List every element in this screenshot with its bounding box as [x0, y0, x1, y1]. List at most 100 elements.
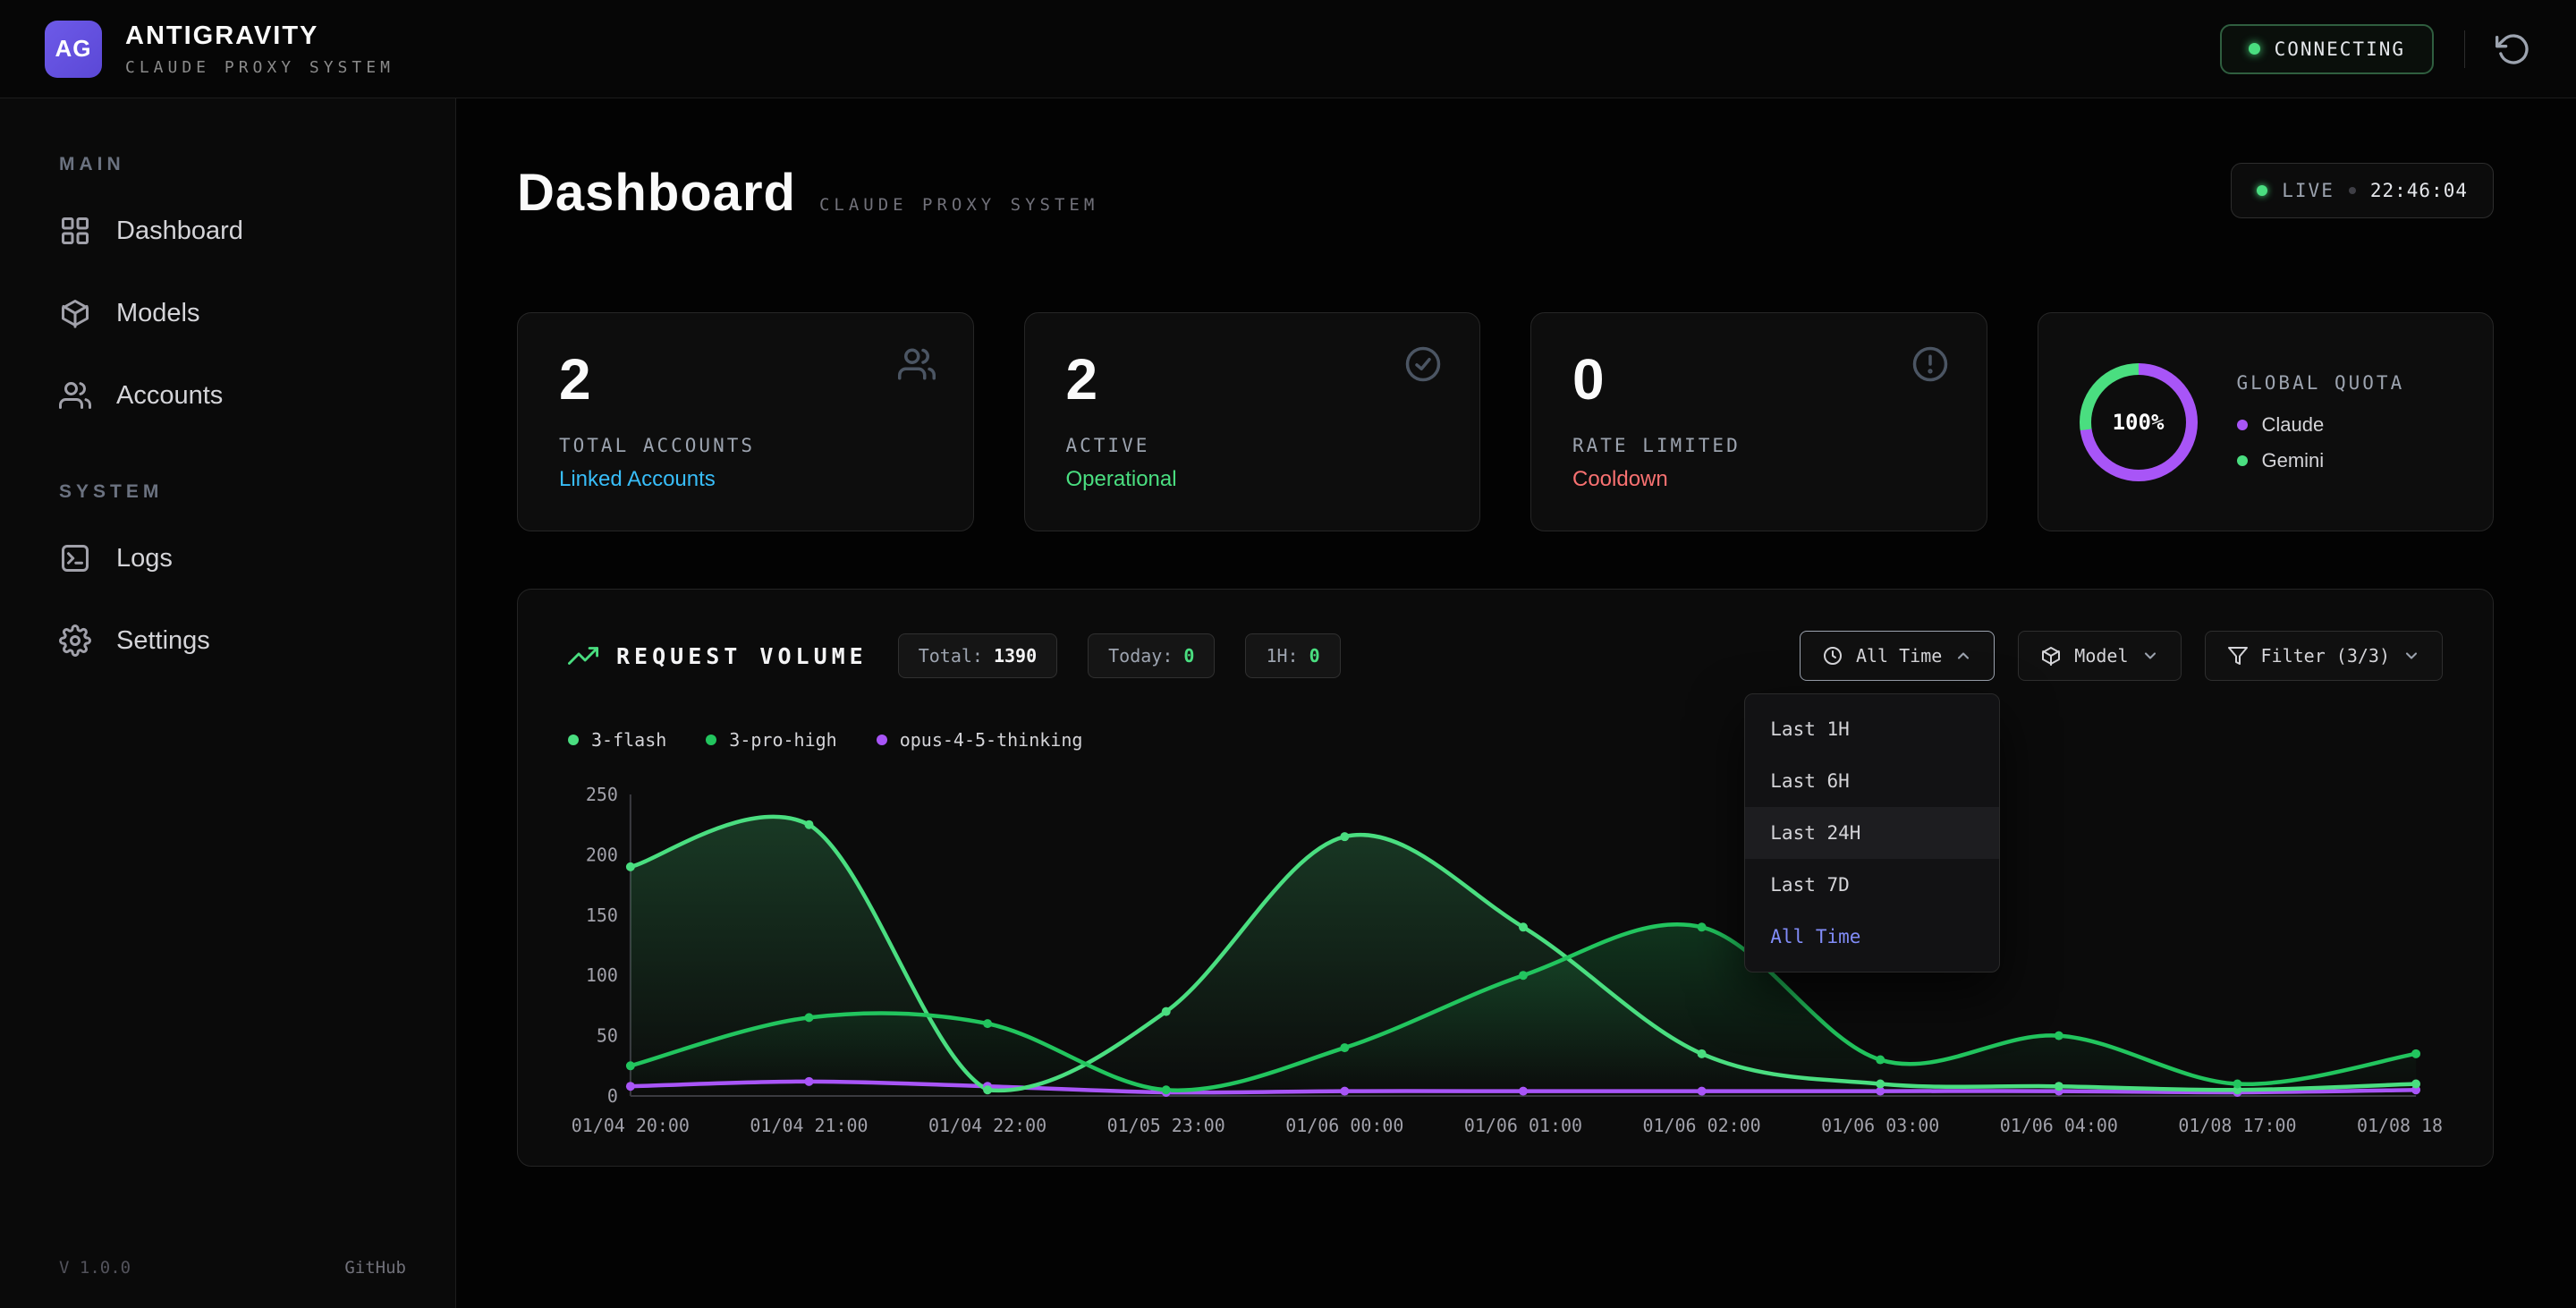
quota-legend-label: Gemini	[2262, 449, 2325, 472]
sidebar-item-dashboard[interactable]: Dashboard	[59, 202, 406, 259]
chevron-down-icon	[2402, 647, 2420, 665]
filter-dropdown-button[interactable]: Filter (3/3)	[2205, 631, 2444, 681]
sidebar: MAIN Dashboard Models Accounts SYSTEM	[0, 98, 456, 1308]
cube-icon	[2040, 645, 2062, 667]
quota-legend-label: Claude	[2262, 413, 2325, 437]
stat-label: ACTIVE	[1066, 435, 1439, 456]
menu-item-last-24h[interactable]: Last 24H	[1745, 807, 1999, 859]
sidebar-section-main: MAIN	[59, 154, 406, 175]
github-link[interactable]: GitHub	[344, 1258, 406, 1278]
series-name: 3-flash	[591, 729, 666, 751]
top-header: AG ANTIGRAVITY CLAUDE PROXY SYSTEM CONNE…	[0, 0, 2576, 98]
chip-value: 0	[1183, 645, 1194, 667]
stat-card-active: 2 ACTIVE Operational	[1024, 312, 1481, 531]
today-chip: Today: 0	[1088, 633, 1215, 678]
refresh-icon	[2496, 31, 2531, 67]
model-value: Model	[2074, 645, 2128, 667]
menu-item-last-6h[interactable]: Last 6H	[1745, 755, 1999, 807]
menu-item-last-1h[interactable]: Last 1H	[1745, 703, 1999, 755]
sidebar-item-settings[interactable]: Settings	[59, 612, 406, 669]
page-subtitle: CLAUDE PROXY SYSTEM	[819, 195, 1098, 215]
svg-text:01/04 22:00: 01/04 22:00	[928, 1115, 1046, 1136]
time-range-menu: Last 1H Last 6H Last 24H Last 7D All Tim…	[1744, 693, 2000, 973]
quota-legend-claude: Claude	[2237, 413, 2405, 437]
grid-icon	[59, 215, 91, 247]
line-chart-svg: 05010015020025001/04 20:0001/04 21:0001/…	[568, 781, 2443, 1139]
sidebar-item-label: Settings	[116, 626, 210, 656]
sidebar-item-accounts[interactable]: Accounts	[59, 367, 406, 424]
users-icon	[59, 379, 91, 412]
app-logo: AG	[45, 21, 102, 78]
svg-text:01/04 21:00: 01/04 21:00	[750, 1115, 868, 1136]
request-volume-card: REQUEST VOLUME Total: 1390 Today: 0 1H: …	[517, 589, 2494, 1167]
live-dot	[2257, 185, 2267, 196]
chip-label: 1H:	[1266, 645, 1298, 667]
request-volume-chart: 05010015020025001/04 20:0001/04 21:0001/…	[568, 781, 2443, 1139]
model-dropdown-button[interactable]: Model	[2018, 631, 2181, 681]
svg-text:150: 150	[586, 905, 618, 926]
clock-time: 22:46:04	[2370, 180, 2468, 201]
stat-label: TOTAL ACCOUNTS	[559, 435, 932, 456]
svg-text:01/04 20:00: 01/04 20:00	[572, 1115, 690, 1136]
svg-text:200: 200	[586, 844, 618, 865]
svg-text:50: 50	[597, 1025, 618, 1047]
time-range-dropdown-button[interactable]: All Time	[1800, 631, 1995, 681]
main-content: Dashboard CLAUDE PROXY SYSTEM LIVE 22:46…	[456, 98, 2576, 1308]
app-title: ANTIGRAVITY	[125, 21, 394, 51]
chevron-up-icon	[1954, 647, 1972, 665]
filter-value: Filter (3/3)	[2261, 645, 2391, 667]
sidebar-item-models[interactable]: Models	[59, 285, 406, 342]
svg-text:01/05 23:00: 01/05 23:00	[1107, 1115, 1225, 1136]
chevron-down-icon	[2141, 647, 2159, 665]
clock-icon	[1822, 645, 1843, 667]
time-range-value: All Time	[1856, 645, 1942, 667]
svg-text:250: 250	[586, 784, 618, 805]
stat-value: 2	[1066, 351, 1439, 408]
app-version: V 1.0.0	[59, 1258, 131, 1278]
series-dot	[568, 735, 579, 745]
sidebar-item-label: Accounts	[116, 381, 223, 411]
live-status-pill: LIVE 22:46:04	[2231, 163, 2494, 218]
connection-status-badge: CONNECTING	[2220, 24, 2434, 74]
series-name: 3-pro-high	[729, 729, 836, 751]
users-icon	[898, 345, 936, 383]
one-hour-chip: 1H: 0	[1245, 633, 1340, 678]
svg-text:100: 100	[586, 964, 618, 986]
sidebar-section-system: SYSTEM	[59, 481, 406, 503]
sidebar-item-logs[interactable]: Logs	[59, 530, 406, 587]
total-chip: Total: 1390	[898, 633, 1057, 678]
stat-card-rate-limited: 0 RATE LIMITED Cooldown	[1530, 312, 1987, 531]
quota-percent: 100%	[2091, 375, 2186, 470]
svg-text:01/06 03:00: 01/06 03:00	[1821, 1115, 1939, 1136]
sidebar-item-label: Dashboard	[116, 217, 243, 246]
alert-circle-icon	[1911, 345, 1949, 383]
menu-item-last-7d[interactable]: Last 7D	[1745, 859, 1999, 911]
check-circle-icon	[1404, 345, 1442, 383]
legend-item-opus-4-5-thinking: opus-4-5-thinking	[877, 729, 1083, 751]
sidebar-item-label: Models	[116, 299, 200, 328]
terminal-icon	[59, 542, 91, 574]
series-name: opus-4-5-thinking	[900, 729, 1083, 751]
linked-accounts-link[interactable]: Linked Accounts	[559, 467, 932, 492]
svg-text:01/08 17:00: 01/08 17:00	[2178, 1115, 2296, 1136]
svg-text:01/06 01:00: 01/06 01:00	[1464, 1115, 1582, 1136]
stat-card-total-accounts: 2 TOTAL ACCOUNTS Linked Accounts	[517, 312, 974, 531]
stat-value: 0	[1572, 351, 1945, 408]
sidebar-item-label: Logs	[116, 544, 173, 573]
refresh-button[interactable]	[2496, 31, 2531, 67]
stat-sub-label: Operational	[1066, 467, 1439, 492]
series-dot	[706, 735, 716, 745]
svg-text:01/06 02:00: 01/06 02:00	[1643, 1115, 1761, 1136]
header-divider	[2464, 30, 2465, 68]
cube-icon	[59, 297, 91, 329]
status-dot	[2249, 43, 2260, 55]
svg-text:01/06 00:00: 01/06 00:00	[1285, 1115, 1403, 1136]
legend-item-3-flash: 3-flash	[568, 729, 666, 751]
svg-text:01/08 18:00: 01/08 18:00	[2357, 1115, 2443, 1136]
app-subtitle: CLAUDE PROXY SYSTEM	[125, 58, 394, 77]
quota-ring: 100%	[2080, 363, 2198, 481]
series-dot	[877, 735, 887, 745]
menu-item-all-time[interactable]: All Time	[1745, 911, 1999, 963]
stat-sub-label: Cooldown	[1572, 467, 1945, 492]
stat-value: 2	[559, 351, 932, 408]
